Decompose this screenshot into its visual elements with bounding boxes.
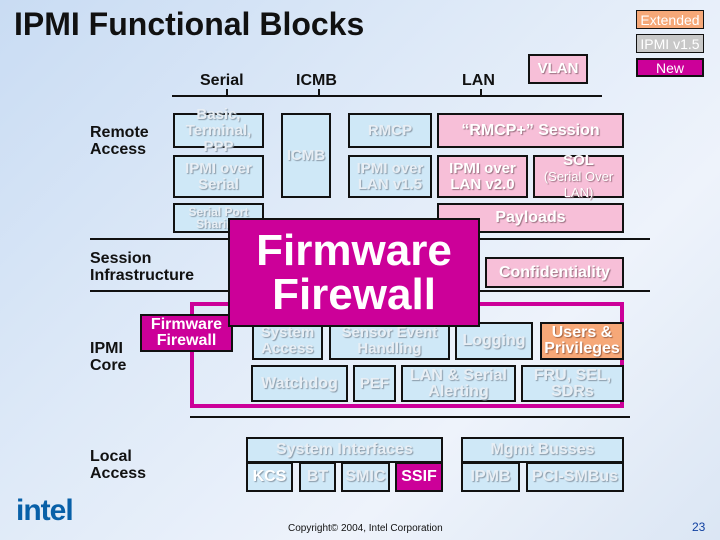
block-firmware-firewall: Firmware Firewall [228, 218, 480, 327]
label-remote-access: Remote Access [90, 124, 149, 158]
block-ipmi-over-lan-v20: IPMI over LAN v2.0 [437, 155, 528, 198]
block-rmcp-plus-session: “RMCP+” Session [437, 113, 624, 148]
bus-tick [226, 89, 228, 97]
block-mgmt-busses: Mgmt Busses [461, 437, 624, 463]
label-session-infrastructure: Session Infrastructure [90, 250, 195, 284]
vlan-block: VLAN [528, 54, 588, 84]
block-ipmi-over-serial: IPMI over Serial [173, 155, 264, 198]
label-local-access: Local Access [90, 448, 147, 482]
legend-new: New [636, 58, 704, 77]
block-confidentiality: Confidentiality [485, 257, 624, 288]
label-ipmi-core: IPMI Core [90, 340, 127, 374]
bus-lan: LAN [462, 72, 495, 89]
block-smic: SMIC [341, 462, 390, 492]
block-logging: Logging [455, 322, 533, 360]
block-watchdog: Watchdog [251, 365, 348, 402]
block-system-access: System Access [252, 322, 323, 360]
block-users-privileges: Users & Privileges [540, 322, 624, 360]
block-sensor-event-handling: Sensor Event Handling [329, 322, 450, 360]
block-kcs: KCS [246, 462, 293, 492]
divider [190, 416, 630, 418]
block-basic-terminal-ppp: Basic, Terminal, PPP [173, 106, 264, 154]
block-ssif: SSIF [395, 462, 443, 492]
sol-main: SOL [563, 151, 594, 169]
block-firmware-firewall-small: Firmware Firewall [140, 314, 233, 352]
block-icmb: ICMB [281, 113, 331, 198]
sol-sub: (Serial Over LAN) [543, 168, 614, 200]
block-sol: SOL (Serial Over LAN) [533, 151, 624, 200]
bus-serial: Serial [200, 72, 244, 89]
block-ipmi-over-lan-v15: IPMI over LAN v1.5 [348, 155, 432, 198]
block-system-interfaces: System Interfaces [246, 437, 443, 463]
legend-extended: Extended [636, 10, 704, 29]
block-rmcp: RMCP [348, 113, 432, 148]
legend-v15: IPMI v1.5 [636, 34, 704, 53]
page-title: IPMI Functional Blocks [14, 6, 365, 42]
block-fru-sel-sdrs: FRU, SEL, SDRs [521, 365, 624, 402]
block-pef: PEF [353, 365, 396, 402]
bus-icmb: ICMB [296, 72, 337, 89]
intel-logo: intel [16, 494, 74, 527]
copyright: Copyright© 2004, Intel Corporation [288, 523, 443, 534]
slide: IPMI Functional Blocks Extended IPMI v1.… [0, 0, 720, 540]
page-number: 23 [692, 520, 706, 534]
block-ipmb: IPMB [461, 462, 520, 492]
bus-tick [318, 89, 320, 97]
block-bt: BT [299, 462, 336, 492]
block-pci-smbus: PCI-SMBus [526, 462, 624, 492]
bus-tick [480, 89, 482, 97]
block-lan-serial-alerting: LAN & Serial Alerting [401, 365, 516, 402]
bus-line [172, 95, 602, 97]
